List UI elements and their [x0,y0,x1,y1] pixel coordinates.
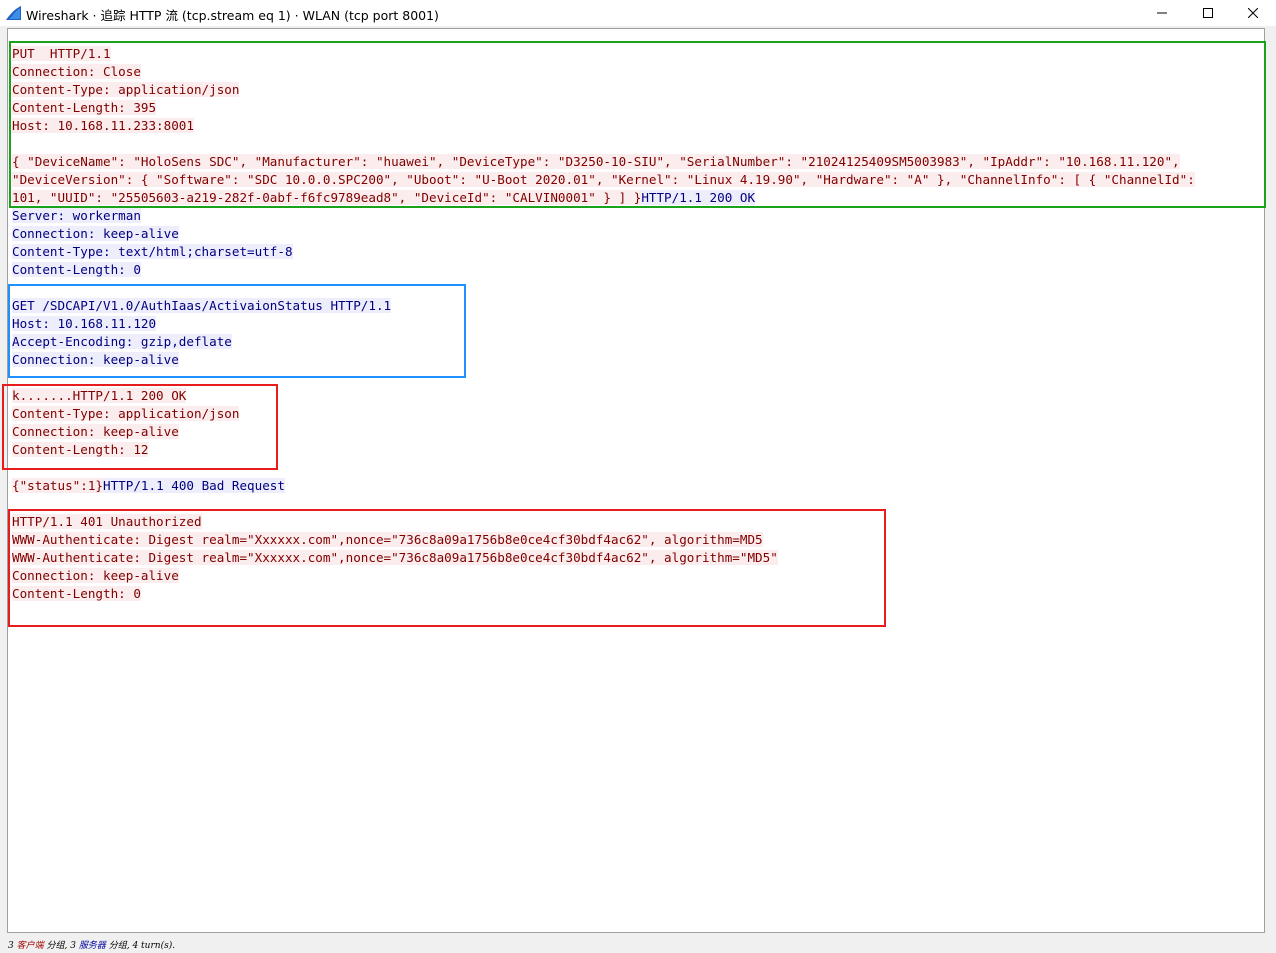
client-data-segment: Content-Length: 0 [12,586,141,601]
stream-line: Content-Type: application/json [12,81,1195,99]
client-data-segment: Content-Length: 395 [12,100,157,115]
server-label: 服务器 [78,941,106,951]
server-data-segment: Server: workerman [12,208,141,223]
stream-line [12,495,1195,513]
stream-line: Content-Length: 12 [12,441,1195,459]
server-packet-count: 3 [70,941,76,951]
client-data-segment: PUT HTTP/1.1 [12,46,111,61]
client-packet-count: 3 [8,941,14,951]
client-data-segment: Host: 10.168.11.233:8001 [12,118,194,133]
stream-line: Content-Length: 395 [12,99,1195,117]
stream-line: PUT HTTP/1.1 [12,45,1195,63]
client-data-segment: Content-Type: application/json [12,406,240,421]
stream-content[interactable]: PUT HTTP/1.1 Connection: Close Content-Typ… [12,45,1195,603]
stream-line: Host: 10.168.11.233:8001 [12,117,1195,135]
close-icon [1248,8,1258,18]
stream-line: Server: workerman [12,207,1195,225]
client-data-segment: k.......HTTP/1.1 200 OK [12,388,187,403]
stream-line [12,279,1195,297]
client-data-segment: HTTP/1.1 401 Unauthorized [12,514,202,529]
client-data-segment: { "DeviceName": "HoloSens SDC", "Manufac… [12,154,1180,169]
packet-summary: 3 客户端 分组, 3 服务器 分组, 4 turn(s). [8,938,175,951]
minimize-button[interactable] [1139,0,1185,26]
server-data-segment: Connection: keep-alive [12,352,179,367]
stream-line [12,459,1195,477]
stream-line: { "DeviceName": "HoloSens SDC", "Manufac… [12,153,1195,171]
stream-line: Content-Length: 0 [12,261,1195,279]
follow-stream-window: Wireshark · 追踪 HTTP 流 (tcp.stream eq 1) … [0,0,1276,953]
stream-line: WWW-Authenticate: Digest realm="Xxxxxx.c… [12,549,1195,567]
stream-text-area[interactable]: PUT HTTP/1.1 Connection: Close Content-Typ… [7,28,1265,933]
turns-count: 4 turn(s). [132,941,176,951]
server-data-segment: Content-Type: text/html;charset=utf-8 [12,244,293,259]
client-data-segment: Connection: keep-alive [12,424,179,439]
server-data-segment: GET /SDCAPI/V1.0/AuthIaas/ActivaionStatu… [12,298,392,313]
stream-line: HTTP/1.1 401 Unauthorized [12,513,1195,531]
stream-line: Content-Type: application/json [12,405,1195,423]
client-data-segment: Content-Length: 12 [12,442,149,457]
server-data-segment: Connection: keep-alive [12,226,179,241]
window-title: Wireshark · 追踪 HTTP 流 (tcp.stream eq 1) … [26,8,439,23]
stream-line [12,369,1195,387]
client-data-segment: WWW-Authenticate: Digest realm="Xxxxxx.c… [12,550,778,565]
stream-line: GET /SDCAPI/V1.0/AuthIaas/ActivaionStatu… [12,297,1195,315]
client-data-segment: "DeviceVersion": { "Software": "SDC 10.0… [12,172,1195,187]
client-label: 客户端 [16,941,44,951]
client-data-segment: Connection: Close [12,64,141,79]
stream-line: Connection: Close [12,63,1195,81]
stream-line: "DeviceVersion": { "Software": "SDC 10.0… [12,171,1195,189]
status-bar: 3 客户端 分组, 3 服务器 分组, 4 turn(s). [0,934,1276,953]
packets-label-2: 分组, [108,941,133,951]
client-data-segment: Content-Type: application/json [12,82,240,97]
stream-line: {"status":1}HTTP/1.1 400 Bad Request [12,477,1195,495]
maximize-button[interactable] [1185,0,1231,26]
client-data-segment: 101, "UUID": "25505603-a219-282f-0abf-f6… [12,190,642,205]
client-data-segment: {"status":1} [12,478,103,493]
stream-line: k.......HTTP/1.1 200 OK [12,387,1195,405]
stream-line: Content-Type: text/html;charset=utf-8 [12,243,1195,261]
stream-line: Connection: keep-alive [12,567,1195,585]
stream-line: Content-Length: 0 [12,585,1195,603]
packets-label-1: 分组, [46,941,71,951]
stream-line: WWW-Authenticate: Digest realm="Xxxxxx.c… [12,531,1195,549]
close-button[interactable] [1230,0,1276,26]
stream-line: Connection: keep-alive [12,225,1195,243]
stream-line: Host: 10.168.11.120 [12,315,1195,333]
client-data-segment: Connection: keep-alive [12,568,179,583]
client-data-segment: WWW-Authenticate: Digest realm="Xxxxxx.c… [12,532,763,547]
stream-line: Accept-Encoding: gzip,deflate [12,333,1195,351]
server-data-segment: Accept-Encoding: gzip,deflate [12,334,232,349]
wireshark-fin-icon [6,6,21,20]
maximize-icon [1203,8,1213,18]
server-data-segment: Host: 10.168.11.120 [12,316,157,331]
server-data-segment: HTTP/1.1 200 OK [641,190,756,205]
server-data-segment: HTTP/1.1 400 Bad Request [103,478,285,493]
server-data-segment: Content-Length: 0 [12,262,141,277]
stream-line: 101, "UUID": "25505603-a219-282f-0abf-f6… [12,189,1195,207]
minimize-icon [1157,12,1167,14]
stream-line [12,135,1195,153]
title-bar[interactable]: Wireshark · 追踪 HTTP 流 (tcp.stream eq 1) … [0,0,1276,26]
stream-line: Connection: keep-alive [12,423,1195,441]
stream-line: Connection: keep-alive [12,351,1195,369]
